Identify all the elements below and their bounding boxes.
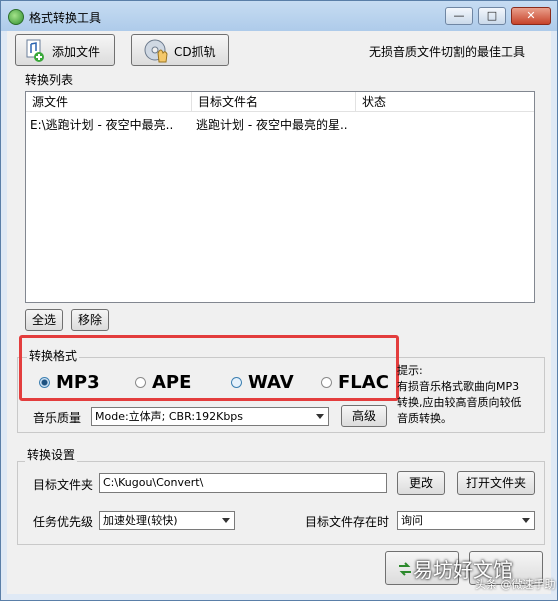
maximize-button[interactable]: □ <box>478 7 506 25</box>
window-title: 格式转换工具 <box>29 11 102 25</box>
slogan-text: 无损音质文件切割的最佳工具 <box>369 45 526 59</box>
column-header-target[interactable]: 目标文件名 <box>192 92 356 112</box>
settings-label: 转换设置 <box>25 446 78 463</box>
chevron-down-icon <box>522 518 530 523</box>
tip-panel: 提示: 有损音乐格式歌曲向MP3 转换,应由较高音质向较低 音质转换。 <box>397 363 547 427</box>
select-all-button[interactable]: 全选 <box>25 309 63 331</box>
close-icon: ✕ <box>526 9 536 22</box>
maximize-icon: □ <box>486 9 498 22</box>
convert-list-label: 转换列表 <box>25 73 74 87</box>
app-icon <box>8 9 24 25</box>
priority-label: 任务优先级 <box>33 515 94 529</box>
remove-button[interactable]: 移除 <box>71 309 109 331</box>
watermark: 易坊好文馆 头条 @微速手助 <box>397 550 557 596</box>
change-button[interactable]: 更改 <box>397 471 445 495</box>
quality-label: 音乐质量 <box>33 411 82 425</box>
tip-line-3: 音质转换。 <box>397 412 452 425</box>
target-folder-input[interactable]: C:\Kugou\Convert\ <box>99 473 387 493</box>
tip-title: 提示: <box>397 364 423 377</box>
advanced-button[interactable]: 高级 <box>341 405 387 427</box>
column-header-status[interactable]: 状态 <box>356 92 534 112</box>
row-source: E:\逃跑计划 - 夜空中最亮.. <box>30 118 174 132</box>
tip-line-1: 有损音乐格式歌曲向MP3 <box>397 380 520 393</box>
quality-dropdown[interactable]: Mode:立体声; CBR:192Kbps <box>91 407 329 426</box>
priority-dropdown[interactable]: 加速处理(较快) <box>99 511 235 530</box>
priority-value: 加速处理(较快) <box>103 514 178 527</box>
watermark-sub: 头条 @微速手助 <box>475 578 556 591</box>
main-panel: 添加文件 CD抓轨 无损音质文件切割的最佳工具 转换列表 源文件 目标文件名 状… <box>7 31 551 594</box>
converter-window: 格式转换工具 — □ ✕ 添加文件 CD抓轨 无损音质文件切割的最佳工具 转换列… <box>0 0 558 601</box>
tip-line-2: 转换,应由较高音质向较低 <box>397 396 522 409</box>
highlight-box <box>19 335 399 401</box>
close-button[interactable]: ✕ <box>511 7 551 25</box>
minimize-button[interactable]: — <box>445 7 473 25</box>
minimize-icon: — <box>453 9 465 22</box>
chevron-down-icon <box>316 414 324 419</box>
quality-value: Mode:立体声; CBR:192Kbps <box>95 410 244 423</box>
exists-dropdown[interactable]: 询问 <box>397 511 535 530</box>
row-status <box>356 116 530 134</box>
exists-label: 目标文件存在时 <box>305 515 390 529</box>
row-target: 逃跑计划 - 夜空中最亮的星.. <box>196 118 348 132</box>
column-header-source[interactable]: 源文件 <box>26 92 192 112</box>
add-file-label: 添加文件 <box>52 45 101 59</box>
cd-rip-label: CD抓轨 <box>174 45 216 59</box>
open-folder-button[interactable]: 打开文件夹 <box>457 471 535 495</box>
convert-list-table[interactable]: 源文件 目标文件名 状态 E:\逃跑计划 - 夜空中最亮.. 逃跑计划 - 夜空… <box>25 91 535 303</box>
cd-hand-icon <box>144 39 168 63</box>
target-folder-label: 目标文件夹 <box>33 478 94 492</box>
add-file-button[interactable]: 添加文件 <box>15 34 115 66</box>
chevron-down-icon <box>222 518 230 523</box>
add-file-icon <box>26 39 44 62</box>
title-bar[interactable]: 格式转换工具 — □ ✕ <box>1 1 557 31</box>
exists-value: 询问 <box>401 514 423 527</box>
cd-rip-button[interactable]: CD抓轨 <box>131 34 229 66</box>
